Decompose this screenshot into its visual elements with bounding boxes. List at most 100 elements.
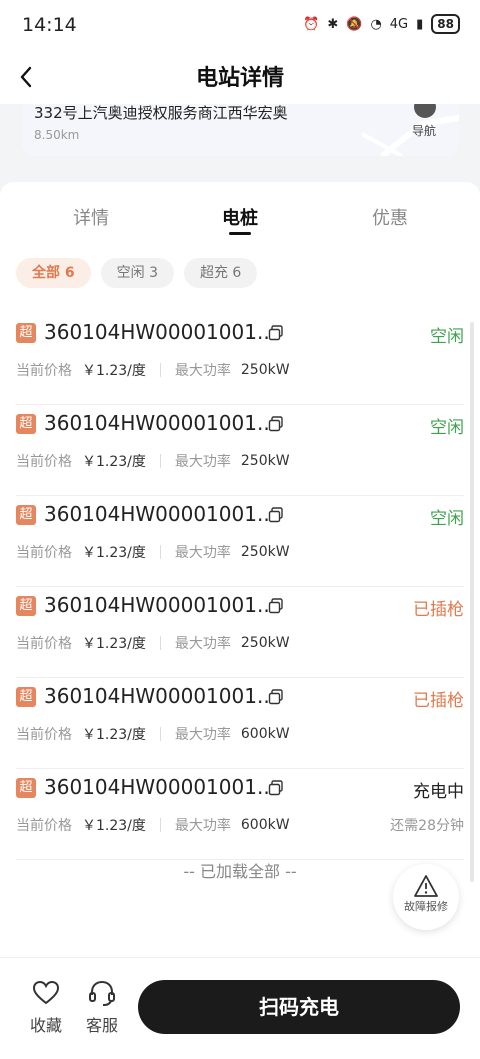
pile-meta: 当前价格 ￥1.23/度 最大功率 250kW [16, 542, 290, 562]
divider [159, 636, 161, 650]
tab-bar: 详情 电桩 优惠 [0, 204, 480, 244]
status-bar: 14:14 ⏰ ✱ 🔕 ◔ 4G ▮ 88 [0, 0, 480, 50]
supercharge-badge: 超 [16, 596, 36, 616]
divider [159, 818, 161, 832]
pile-meta: 当前价格 ￥1.23/度 最大功率 250kW [16, 360, 290, 380]
copy-icon[interactable] [268, 325, 284, 341]
pile-price: ￥1.23/度 [82, 818, 146, 834]
page-title: 电站详情 [195, 66, 284, 91]
pile-item[interactable]: 超 360104HW00001001... 空闲 当前价格 ￥1.23/度 最大… [16, 314, 464, 405]
pile-price: ￥1.23/度 [82, 727, 146, 743]
pile-meta: 当前价格 ￥1.23/度 最大功率 600kW [16, 815, 290, 835]
wifi-icon: ◔ [370, 16, 382, 32]
network-label: 4G [389, 16, 409, 32]
power-label: 最大功率 [174, 636, 231, 652]
divider [159, 363, 161, 377]
divider [159, 454, 161, 468]
pile-price: ￥1.23/度 [82, 454, 146, 470]
heart-icon [32, 980, 60, 1005]
pile-power: 600kW [240, 817, 290, 833]
pile-power: 250kW [240, 635, 290, 651]
price-label: 当前价格 [16, 363, 72, 379]
pile-panel: 详情 电桩 优惠 全部 6 空闲 3 超充 6 超 360104HW000010… [0, 182, 480, 957]
pile-list: 超 360104HW00001001... 空闲 当前价格 ￥1.23/度 最大… [16, 314, 464, 860]
pile-status: 空闲 [430, 327, 464, 347]
pile-item[interactable]: 超 360104HW00001001... 空闲 当前价格 ￥1.23/度 最大… [16, 405, 464, 496]
alarm-icon: ⏰ [303, 16, 320, 32]
customer-service-button[interactable]: 客服 [78, 978, 126, 1036]
supercharge-badge: 超 [16, 778, 36, 798]
price-label: 当前价格 [16, 818, 72, 834]
pile-status: 空闲 [430, 418, 464, 438]
filter-supercharge[interactable]: 超充 6 [183, 258, 258, 288]
signal-icon: ▮ [416, 16, 424, 32]
pile-remaining-time: 还需28分钟 [390, 818, 464, 834]
pile-meta: 当前价格 ￥1.23/度 最大功率 250kW [16, 451, 290, 471]
headset-icon [89, 980, 115, 1006]
pile-meta: 当前价格 ￥1.23/度 最大功率 600kW [16, 724, 290, 744]
copy-icon[interactable] [268, 689, 284, 705]
fault-report-label: 故障报修 [404, 900, 448, 913]
pile-id: 360104HW00001001... [44, 411, 277, 435]
tab-details[interactable]: 详情 [73, 204, 109, 230]
pile-status: 已插枪 [413, 600, 464, 620]
supercharge-badge: 超 [16, 414, 36, 434]
pile-meta: 当前价格 ￥1.23/度 最大功率 250kW [16, 633, 290, 653]
power-label: 最大功率 [174, 363, 231, 379]
divider [159, 727, 161, 741]
pile-item[interactable]: 超 360104HW00001001... 充电中 当前价格 ￥1.23/度 最… [16, 769, 464, 860]
tab-offers[interactable]: 优惠 [372, 204, 408, 230]
pile-id: 360104HW00001001... [44, 320, 277, 344]
navigation-label[interactable]: 导航 [412, 122, 436, 139]
pile-id: 360104HW00001001... [44, 593, 277, 617]
pile-item[interactable]: 超 360104HW00001001... 已插枪 当前价格 ￥1.23/度 最… [16, 678, 464, 769]
pile-power: 250kW [240, 362, 290, 378]
status-time: 14:14 [22, 14, 77, 36]
favorite-label: 收藏 [29, 1016, 62, 1035]
supercharge-badge: 超 [16, 687, 36, 707]
pile-id: 360104HW00001001... [44, 775, 277, 799]
power-label: 最大功率 [174, 727, 231, 743]
pile-id: 360104HW00001001... [44, 684, 277, 708]
status-icons: ⏰ ✱ 🔕 ◔ 4G ▮ 88 [303, 14, 460, 34]
copy-icon[interactable] [268, 598, 284, 614]
price-label: 当前价格 [16, 636, 72, 652]
filter-chips: 全部 6 空闲 3 超充 6 [16, 258, 258, 288]
price-label: 当前价格 [16, 545, 72, 561]
fault-report-button[interactable]: 故障报修 [393, 864, 459, 930]
scan-charge-button[interactable]: 扫码充电 [138, 980, 460, 1034]
scrollbar[interactable] [470, 322, 474, 882]
copy-icon[interactable] [268, 780, 284, 796]
station-distance: 8.50km [34, 128, 80, 142]
mute-icon: 🔕 [346, 16, 363, 32]
pile-status: 空闲 [430, 509, 464, 529]
pile-price: ￥1.23/度 [82, 545, 146, 561]
pile-price: ￥1.23/度 [82, 636, 146, 652]
filter-all[interactable]: 全部 6 [16, 258, 91, 288]
station-card[interactable]: 332号上汽奥迪授权服务商江西华宏奥 8.50km 导航 [22, 104, 459, 156]
supercharge-badge: 超 [16, 323, 36, 343]
favorite-button[interactable]: 收藏 [22, 978, 70, 1036]
supercharge-badge: 超 [16, 505, 36, 525]
customer-service-label: 客服 [85, 1016, 118, 1035]
power-label: 最大功率 [174, 818, 231, 834]
pile-price: ￥1.23/度 [82, 363, 146, 379]
copy-icon[interactable] [268, 507, 284, 523]
price-label: 当前价格 [16, 454, 72, 470]
tab-piles[interactable]: 电桩 [222, 204, 258, 230]
pile-item[interactable]: 超 360104HW00001001... 空闲 当前价格 ￥1.23/度 最大… [16, 496, 464, 587]
pile-id: 360104HW00001001... [44, 502, 277, 526]
pile-item[interactable]: 超 360104HW00001001... 已插枪 当前价格 ￥1.23/度 最… [16, 587, 464, 678]
copy-icon[interactable] [268, 416, 284, 432]
pile-status: 充电中 [413, 782, 464, 802]
pile-status: 已插枪 [413, 691, 464, 711]
warning-icon [414, 875, 438, 897]
station-address: 332号上汽奥迪授权服务商江西华宏奥 [34, 104, 288, 122]
pile-power: 600kW [240, 726, 290, 742]
battery-icon: 88 [431, 14, 460, 34]
pile-power: 250kW [240, 453, 290, 469]
map-thumbnail [362, 114, 459, 156]
power-label: 最大功率 [174, 454, 231, 470]
nav-bar: 电站详情 [0, 50, 480, 104]
filter-idle[interactable]: 空闲 3 [100, 258, 174, 288]
